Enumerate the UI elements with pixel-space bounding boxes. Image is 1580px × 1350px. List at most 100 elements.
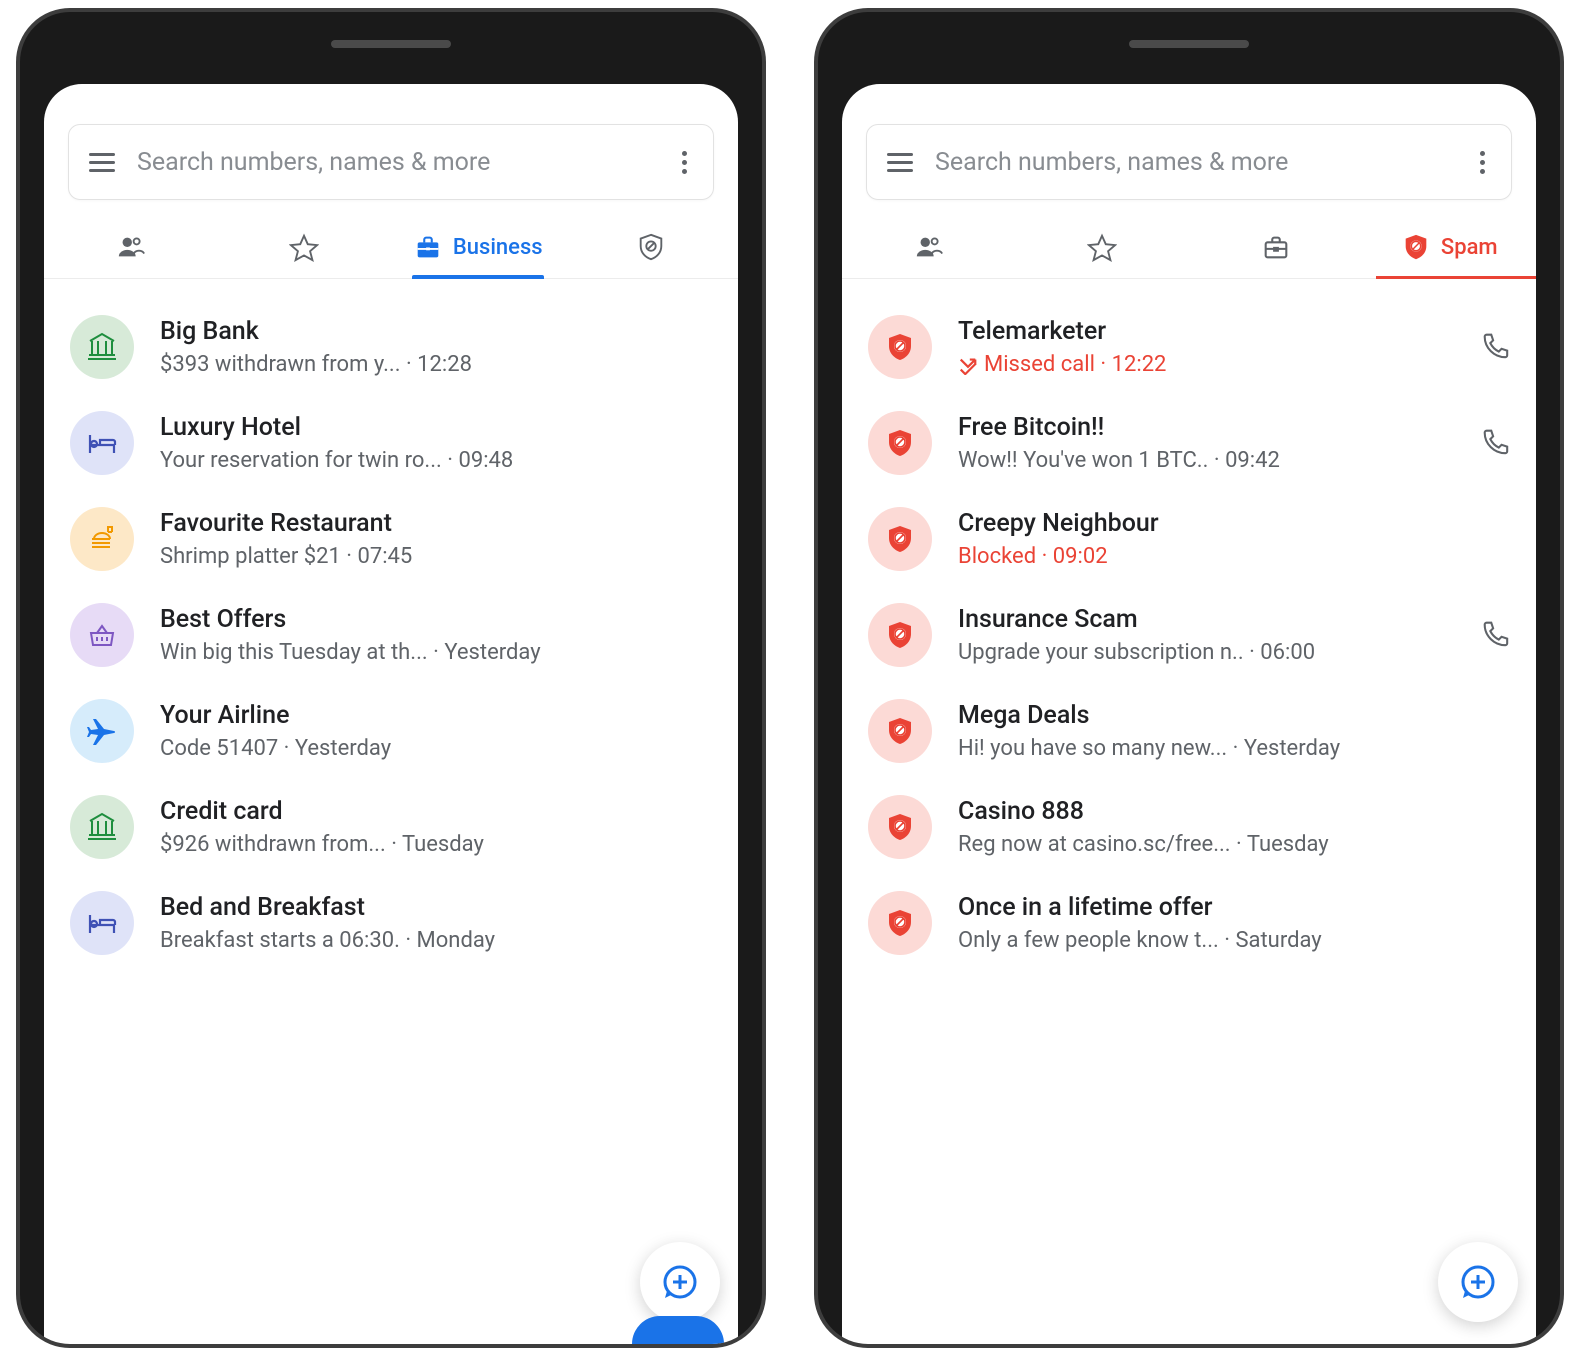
list-item-main: Insurance Scam Upgrade your subscription … [958,605,1454,665]
list-item[interactable]: Credit card $926 withdrawn from... · Tues… [44,779,738,875]
tab-contacts[interactable] [842,216,1016,278]
list-item-subtitle: Breakfast starts a 06:30. · Monday [160,928,712,953]
tabs: Business [44,216,738,279]
list-item-subtitle: Your reservation for twin ro... · 09:48 [160,448,712,473]
list-item-title: Credit card [160,797,712,826]
list-item[interactable]: Best Offers Win big this Tuesday at th...… [44,587,738,683]
spam-shield-icon [868,699,932,763]
search-bar[interactable]: Search numbers, names & more [68,124,714,200]
list-item-main: Creepy Neighbour Blocked · 09:02 [958,509,1510,569]
spam-shield-icon [868,795,932,859]
tab-spam[interactable] [565,216,739,278]
list-item-main: Telemarketer Missed call · 12:22 [958,317,1454,377]
food-icon [70,507,134,571]
menu-icon[interactable] [887,153,913,172]
more-icon[interactable] [1474,145,1491,180]
fab-new-chat[interactable] [640,1242,720,1322]
bank-icon [70,795,134,859]
tabs: Spam [842,216,1536,279]
spam-shield-icon [868,507,932,571]
list-item-main: Best Offers Win big this Tuesday at th...… [160,605,712,665]
list-item-subtitle: $926 withdrawn from... · Tuesday [160,832,712,857]
list-item-title: Big Bank [160,317,712,346]
list-item[interactable]: Luxury Hotel Your reservation for twin ro… [44,395,738,491]
tab-business[interactable] [1189,216,1363,278]
list-item-title: Once in a lifetime offer [958,893,1510,922]
list-item[interactable]: Telemarketer Missed call · 12:22 [842,299,1536,395]
list-item-subtitle: $393 withdrawn from y... · 12:28 [160,352,712,377]
more-icon[interactable] [676,145,693,180]
missed-call-icon [958,355,978,375]
list-item-main: Mega Deals Hi! you have so many new... · … [958,701,1510,761]
tab-contacts[interactable] [44,216,218,278]
list-item-main: Bed and Breakfast Breakfast starts a 06:3… [160,893,712,953]
spam-shield-icon [868,315,932,379]
list-item-subtitle: Wow!! You've won 1 BTC.. · 09:42 [958,448,1454,473]
phone-business: Search numbers, names & more Business Bi… [16,8,766,1348]
list-item-subtitle: Upgrade your subscription n.. · 06:00 [958,640,1454,665]
list-item-title: Favourite Restaurant [160,509,712,538]
screen: Search numbers, names & more Business Bi… [44,84,738,1348]
list-item-subtitle: Shrimp platter $21 · 07:45 [160,544,712,569]
list-item-title: Casino 888 [958,797,1510,826]
bed-icon [70,411,134,475]
list-item-main: Luxury Hotel Your reservation for twin ro… [160,413,712,473]
tab-business[interactable]: Business [391,216,565,278]
list-item-main: Credit card $926 withdrawn from... · Tues… [160,797,712,857]
list-item-title: Bed and Breakfast [160,893,712,922]
spam-list: Telemarketer Missed call · 12:22 Free Bitc… [842,279,1536,971]
list-item-main: Once in a lifetime offer Only a few peopl… [958,893,1510,953]
tab-spam[interactable]: Spam [1363,216,1537,278]
list-item-title: Mega Deals [958,701,1510,730]
list-item[interactable]: Favourite Restaurant Shrimp platter $21 ·… [44,491,738,587]
list-item[interactable]: Your AirlineCode 51407 · Yesterday [44,683,738,779]
list-item[interactable]: Bed and Breakfast Breakfast starts a 06:3… [44,875,738,971]
call-icon[interactable] [1480,330,1510,364]
list-item-title: Insurance Scam [958,605,1454,634]
list-item-main: Your AirlineCode 51407 · Yesterday [160,701,712,761]
list-item[interactable]: Insurance Scam Upgrade your subscription … [842,587,1536,683]
list-item[interactable]: Casino 888 Reg now at casino.sc/free... ·… [842,779,1536,875]
tab-favorites[interactable] [218,216,392,278]
call-icon[interactable] [1480,426,1510,460]
plane-icon [70,699,134,763]
list-item-title: Creepy Neighbour [958,509,1510,538]
bed-icon [70,891,134,955]
list-item[interactable]: Once in a lifetime offer Only a few peopl… [842,875,1536,971]
dialer-fab-peek[interactable] [632,1316,724,1344]
search-placeholder: Search numbers, names & more [137,148,654,177]
list-item[interactable]: Creepy Neighbour Blocked · 09:02 [842,491,1536,587]
tab-favorites[interactable] [1016,216,1190,278]
fab-new-chat[interactable] [1438,1242,1518,1322]
list-item-title: Your Airline [160,701,712,730]
list-item[interactable]: Mega Deals Hi! you have so many new... · … [842,683,1536,779]
list-item[interactable]: Free Bitcoin!! Wow!! You've won 1 BTC.. ·… [842,395,1536,491]
list-item[interactable]: Big Bank $393 withdrawn from y... · 12:28 [44,299,738,395]
list-item-title: Telemarketer [958,317,1454,346]
menu-icon[interactable] [89,153,115,172]
list-item-subtitle: Win big this Tuesday at th... · Yesterda… [160,640,712,665]
list-item-subtitle: Only a few people know t... · Saturday [958,928,1510,953]
bank-icon [70,315,134,379]
spam-shield-icon [868,603,932,667]
list-item-subtitle: Missed call · 12:22 [958,352,1454,377]
list-item-subtitle: Hi! you have so many new... · Yesterday [958,736,1510,761]
list-item-subtitle: Blocked · 09:02 [958,544,1510,569]
search-placeholder: Search numbers, names & more [935,148,1452,177]
list-item-title: Free Bitcoin!! [958,413,1454,442]
list-item-main: Favourite Restaurant Shrimp platter $21 ·… [160,509,712,569]
list-item-title: Luxury Hotel [160,413,712,442]
basket-icon [70,603,134,667]
list-item-subtitle: Reg now at casino.sc/free... · Tuesday [958,832,1510,857]
tab-spam-label: Spam [1441,235,1498,260]
list-item-title: Best Offers [160,605,712,634]
list-item-main: Casino 888 Reg now at casino.sc/free... ·… [958,797,1510,857]
search-bar[interactable]: Search numbers, names & more [866,124,1512,200]
spam-shield-icon [868,411,932,475]
phone-spam: Search numbers, names & more Spam Telema… [814,8,1564,1348]
spam-shield-icon [868,891,932,955]
list-item-main: Big Bank $393 withdrawn from y... · 12:28 [160,317,712,377]
call-icon[interactable] [1480,618,1510,652]
list-item-main: Free Bitcoin!! Wow!! You've won 1 BTC.. ·… [958,413,1454,473]
business-list: Big Bank $393 withdrawn from y... · 12:28… [44,279,738,971]
